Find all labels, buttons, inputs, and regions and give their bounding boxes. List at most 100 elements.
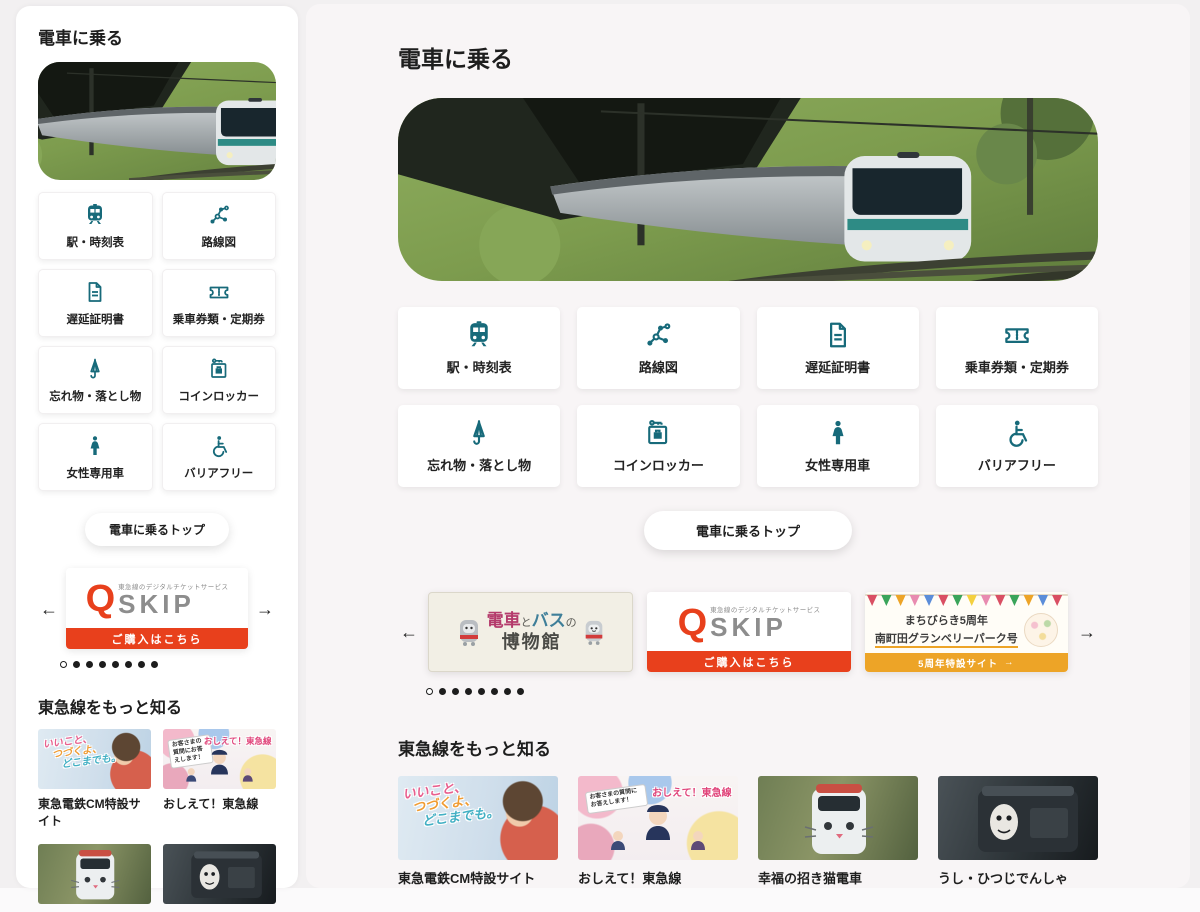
tile-tickets[interactable]: 乗車券類・定期券 <box>162 269 277 337</box>
quick-links-grid: 駅・時刻表 路線図 遅延証明書 乗車券類・定期券 <box>38 192 276 491</box>
tile-barrier-free[interactable]: バリアフリー <box>162 423 277 491</box>
quick-links-grid: 駅・時刻表 路線図 遅延証明書 乗車券類・定期券 <box>398 307 1098 487</box>
train-icon <box>83 203 107 227</box>
coin-locker-icon <box>643 418 673 448</box>
section-top-button[interactable]: 電車に乗るトップ <box>644 511 852 550</box>
carousel-dot[interactable] <box>138 661 145 668</box>
tile-station-timetable[interactable]: 駅・時刻表 <box>38 192 153 260</box>
tile-label: 女性専用車 <box>805 455 870 474</box>
tile-label: コインロッカー <box>613 455 704 474</box>
carousel-next-arrow[interactable]: → <box>1076 623 1098 641</box>
carousel-dot-active[interactable] <box>60 661 67 668</box>
carousel-dot[interactable] <box>86 661 93 668</box>
qskip-banner[interactable]: Q 東急線のデジタルチケットサービス SKIP ご購入はこちら <box>647 592 850 672</box>
bunting-flags-icon <box>865 592 1068 612</box>
conductor-illustration <box>578 776 738 860</box>
tile-lost-and-found[interactable]: 忘れ物・落とし物 <box>398 405 560 487</box>
card-label: おしえて！東急線 <box>163 795 276 812</box>
museum-banner[interactable]: 電車とバスの 博物館 <box>428 592 633 672</box>
carousel-dot[interactable] <box>73 661 80 668</box>
train-hero-image <box>398 98 1098 281</box>
card-ushi-hitsuji[interactable]: うし・ひつじでんしゃ <box>938 776 1098 887</box>
tile-label: 忘れ物・落とし物 <box>49 388 141 404</box>
card-label: 東急電鉄CM特設サイト <box>398 868 558 887</box>
train-icon <box>464 320 494 350</box>
carousel-prev-arrow[interactable]: ← <box>38 600 60 618</box>
carousel-dot-active[interactable] <box>426 688 433 695</box>
cm-catchcopy: いいこと、 つづくよ、 どこまでも。 <box>402 776 500 830</box>
female-icon <box>823 418 853 448</box>
banner-track: 電車とバスの 博物館 Q <box>428 592 1068 672</box>
train-photo-illustration <box>38 62 276 180</box>
anniversary-cta: 5周年特設サイト → <box>865 653 1068 672</box>
qskip-banner[interactable]: Q 東急線のデジタルチケットサービス SKIP ご購入はこちら <box>66 568 248 649</box>
route-map-icon <box>643 320 673 350</box>
carousel-dot[interactable] <box>517 688 524 695</box>
carousel-dots <box>60 661 276 668</box>
qskip-q-mark: Q <box>678 606 706 640</box>
tile-label: 路線図 <box>202 234 237 250</box>
banner-carousel: ← Q 東急線のデジタルチケットサービス SKIP ご購入はこちら → <box>38 568 276 649</box>
more-section-title: 東急線をもっと知る <box>38 694 276 718</box>
card-cm-site[interactable]: いいこと、 つづくよ、 どこまでも。 東急電鉄CM特設サイト <box>398 776 558 887</box>
carousel-dot[interactable] <box>491 688 498 695</box>
qskip-logo: Q 東急線のデジタルチケットサービス SKIP <box>66 568 248 628</box>
tile-station-timetable[interactable]: 駅・時刻表 <box>398 307 560 389</box>
carousel-dot[interactable] <box>99 661 106 668</box>
arrow-right-icon: → <box>1004 657 1015 668</box>
tile-coin-locker[interactable]: コインロッカー <box>577 405 739 487</box>
carousel-dot[interactable] <box>125 661 132 668</box>
ushi-hitsuji-thumbnail <box>938 776 1098 860</box>
tile-barrier-free[interactable]: バリアフリー <box>936 405 1098 487</box>
tile-label: バリアフリー <box>184 465 253 481</box>
card-maneki-neko[interactable]: 幸福の招き猫電車 <box>758 776 918 887</box>
carousel-dot[interactable] <box>439 688 446 695</box>
tile-tickets[interactable]: 乗車券類・定期券 <box>936 307 1098 389</box>
tile-women-only-car[interactable]: 女性専用車 <box>757 405 919 487</box>
carousel-dot[interactable] <box>504 688 511 695</box>
card-ushi-hitsuji[interactable]: うし・ひつじでんしゃ <box>163 844 276 912</box>
card-maneki-neko[interactable]: 幸福の招き猫電車 <box>38 844 151 912</box>
tile-label: 忘れ物・落とし物 <box>427 455 531 474</box>
card-oshiete[interactable]: お客さまの質問にお答えします！ おしえて！東急線 おしえて！東急線 <box>163 729 276 829</box>
umbrella-icon <box>83 357 107 381</box>
ushi-hitsuji-thumbnail <box>163 844 276 904</box>
carousel-prev-arrow[interactable]: ← <box>398 623 420 641</box>
carousel-dot[interactable] <box>465 688 472 695</box>
wheelchair-icon <box>1002 418 1032 448</box>
tile-delay-certificate[interactable]: 遅延証明書 <box>38 269 153 337</box>
wheelchair-icon <box>207 434 231 458</box>
card-oshiete[interactable]: お客さまの質問にお答えします！ おしえて！東急線 おしえて！東急線 <box>578 776 738 887</box>
carousel-dot[interactable] <box>452 688 459 695</box>
cm-catchcopy: いいこと、 つづくよ、 どこまでも。 <box>42 731 121 773</box>
carousel-next-arrow[interactable]: → <box>254 600 276 618</box>
tile-coin-locker[interactable]: コインロッカー <box>162 346 277 414</box>
anniversary-logo <box>1024 613 1058 647</box>
animal-train-illustration <box>163 844 276 904</box>
mobile-panel: 電車に乗る <box>16 6 298 888</box>
anniversary-banner[interactable]: まちびらき5周年 南町田グランベリーパーク号 5周年特設サイト → <box>865 592 1068 672</box>
carousel-dot[interactable] <box>478 688 485 695</box>
tile-women-only-car[interactable]: 女性専用車 <box>38 423 153 491</box>
tile-lost-and-found[interactable]: 忘れ物・落とし物 <box>38 346 153 414</box>
tile-route-map[interactable]: 路線図 <box>162 192 277 260</box>
maneki-neko-thumbnail <box>38 844 151 904</box>
carousel-dot[interactable] <box>151 661 158 668</box>
tile-label: 遅延証明書 <box>805 357 870 376</box>
carousel-dot[interactable] <box>112 661 119 668</box>
card-label: 幸福の招き猫電車 <box>758 868 918 887</box>
tile-delay-certificate[interactable]: 遅延証明書 <box>757 307 919 389</box>
museum-mascot-icon <box>456 616 482 648</box>
page: 電車に乗る <box>0 0 1200 912</box>
tile-route-map[interactable]: 路線図 <box>577 307 739 389</box>
ticket-icon <box>1002 320 1032 350</box>
train-hero-image <box>38 62 276 180</box>
card-cm-site[interactable]: いいこと、 つづくよ、 どこまでも。 東急電鉄CM特設サイト <box>38 729 151 829</box>
museum-banner-title: 電車とバスの 博物館 <box>487 611 577 653</box>
tile-label: コインロッカー <box>179 388 260 404</box>
train-photo-illustration <box>398 98 1098 281</box>
more-cards-grid: いいこと、 つづくよ、 どこまでも。 東急電鉄CM特設サイト お客さまの質問にお… <box>38 729 276 912</box>
section-top-button[interactable]: 電車に乗るトップ <box>85 513 229 546</box>
cm-site-thumbnail: いいこと、 つづくよ、 どこまでも。 <box>398 776 558 860</box>
tile-label: 乗車券類・定期券 <box>173 311 265 327</box>
